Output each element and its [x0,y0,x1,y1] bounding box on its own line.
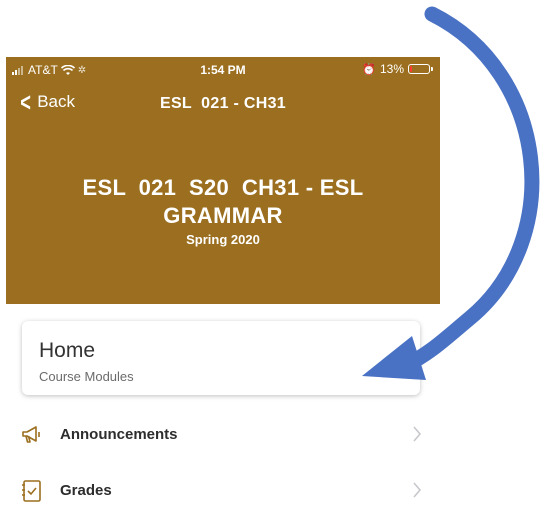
course-term: Spring 2020 [186,232,260,247]
alarm-icon: ⏰ [362,63,376,76]
battery-icon [408,64,433,74]
megaphone-icon [22,426,40,443]
menu-item-grades[interactable]: Grades [20,471,430,511]
chevron-right-icon [413,482,422,498]
navigation-bar: < Back ESL 021 - CH31 [6,85,440,121]
battery-percent: 13% [379,62,404,76]
status-bar: AT&T ✲ 1:54 PM ⏰ 13% [6,57,440,83]
course-header: AT&T ✲ 1:54 PM ⏰ 13% < Back ESL 021 - CH… [6,57,440,304]
chevron-right-icon [413,426,422,442]
course-title: ESL 021 S20 CH31 - ESL GRAMMAR [82,175,370,228]
nav-title: ESL 021 - CH31 [159,95,287,112]
home-subtitle: Course Modules [39,369,134,384]
home-card[interactable]: Home Course Modules [22,321,420,395]
menu-item-label: Announcements [60,426,178,443]
menu-item-announcements[interactable]: Announcements [20,415,430,455]
battery-level [410,66,412,72]
menu-item-label: Grades [60,482,112,499]
home-title: Home [39,339,96,362]
gradebook-icon [22,480,41,502]
status-right: ⏰ 13% [362,62,433,76]
